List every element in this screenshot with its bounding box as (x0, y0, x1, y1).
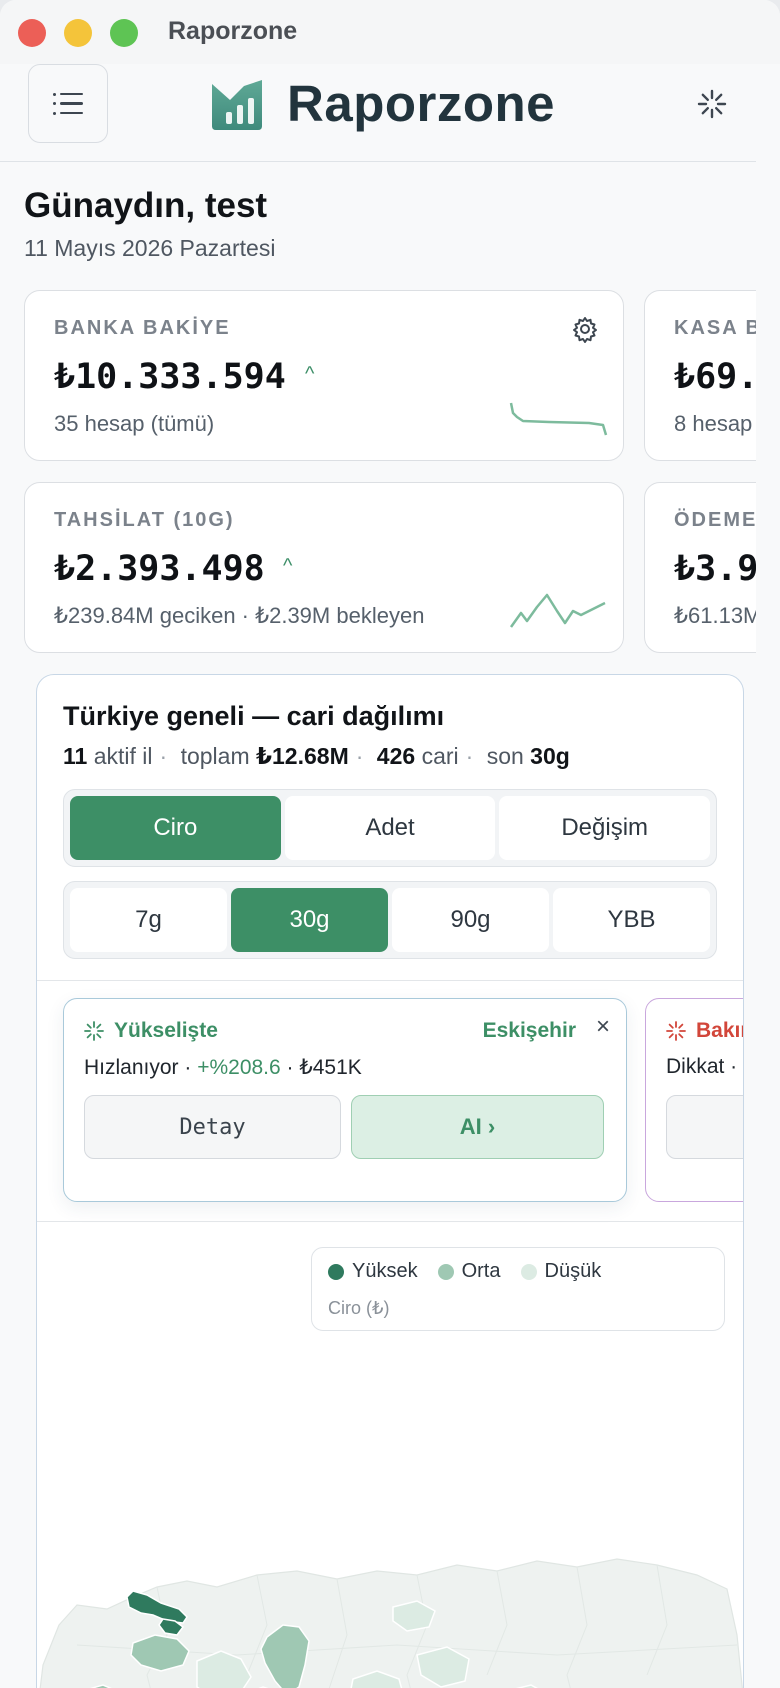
metric-tab-adet[interactable]: Adet (284, 796, 496, 860)
map-legend: Yüksek Orta Düşük Ciro (₺) (311, 1247, 725, 1331)
period-toggle: 7g 30g 90g YBB (63, 881, 717, 959)
legend-items: Yüksek Orta Düşük (328, 1260, 611, 1283)
card-value: ₺10.333.594 (54, 357, 286, 397)
close-icon[interactable]: × (596, 1013, 610, 1041)
greeting-date: 11 Mayıs 2026 Pazartesi (24, 235, 276, 261)
legend-item-medium: Orta (437, 1260, 501, 1283)
insight-tag-label: Yükselişte (114, 1019, 218, 1042)
legend-item-high: Yüksek (328, 1260, 418, 1283)
insight-status: Dikkat · (666, 1055, 738, 1078)
card-subtext: ₺239.84M geciken · ₺2.39M bekleyen (54, 603, 425, 628)
metric-tab-ciro[interactable]: Ciro (70, 796, 281, 860)
close-window-button[interactable] (18, 19, 46, 47)
card-label: ÖDEME (674, 509, 758, 531)
card-subtext: ₺61.13M (674, 603, 762, 628)
total-value: ₺12.68M (256, 743, 349, 769)
account-label: cari (421, 743, 459, 769)
divider (37, 980, 743, 981)
metric-tab-degisim[interactable]: Değişim (499, 796, 711, 860)
activity-spinner-icon[interactable] (696, 88, 728, 120)
card-value: ₺3.9 (674, 549, 759, 589)
divider (37, 1221, 743, 1222)
sparkline (509, 402, 608, 436)
province-count: 11 (63, 743, 88, 769)
insight-tag: Bakır (666, 1019, 744, 1043)
brand-name: Raporzone (287, 75, 556, 132)
sparkline (509, 593, 606, 628)
trend-up-icon: ^ (305, 363, 315, 385)
window-title: Raporzone (168, 17, 298, 45)
detail-button[interactable]: Detay (84, 1095, 341, 1159)
panel-title: Türkiye geneli — cari dağılımı (63, 701, 445, 731)
card-subtext: 8 hesap (674, 411, 753, 436)
card-subtext: 35 hesap (tümü) (54, 411, 215, 436)
greeting-title: Günaydın, test (24, 186, 268, 225)
detail-button[interactable] (666, 1095, 743, 1159)
insight-change: +%208.6 (197, 1056, 281, 1079)
bank-balance-card[interactable]: BANKA BAKİYE ₺10.333.594 ^ 35 hesap (tüm… (24, 290, 624, 461)
metric-toggle: Ciro Adet Değişim (63, 789, 717, 867)
gear-icon[interactable] (571, 315, 599, 343)
card-value: ₺2.393.498 (54, 549, 265, 589)
turkey-choropleth-map[interactable] (37, 1375, 744, 1688)
period-tab-ybb[interactable]: YBB (553, 888, 710, 952)
sparkle-icon (84, 1021, 104, 1041)
insight-tag-label: Bakır (696, 1019, 744, 1042)
menu-icon (53, 92, 83, 115)
turkey-map-panel: Türkiye geneli — cari dağılımı 11 aktif … (36, 674, 744, 1688)
ai-button[interactable]: AI › (351, 1095, 604, 1159)
title-bar: Raporzone (0, 0, 780, 64)
minimize-window-button[interactable] (64, 19, 92, 47)
card-label: TAHSİLAT (10G) (54, 509, 235, 531)
card-value: ₺69. (674, 357, 759, 397)
province-label: aktif il (93, 743, 153, 769)
app-header: Raporzone (0, 64, 780, 162)
insight-card-warning[interactable]: Bakır Dikkat · (645, 998, 744, 1202)
app-window: Raporzone Raporzone Günaydın, test 11 Ma… (0, 0, 780, 1688)
period-value: 30g (530, 743, 570, 769)
period-label: son (486, 743, 524, 769)
insight-status: Hızlanıyor (84, 1056, 179, 1079)
insight-text: Hızlanıyor · +%208.6 · ₺451K (84, 1056, 362, 1079)
insight-city[interactable]: Eskişehir (483, 1019, 576, 1043)
account-count: 426 (376, 743, 416, 769)
total-label: toplam (180, 743, 250, 769)
trend-up-icon: ^ (283, 555, 293, 577)
menu-button[interactable] (28, 64, 108, 143)
collection-card[interactable]: TAHSİLAT (10G) ₺2.393.498 ^ ₺239.84M gec… (24, 482, 624, 653)
sparkle-icon (666, 1021, 686, 1041)
insight-card-rising[interactable]: Yükselişte Eskişehir × Hızlanıyor · +%20… (63, 998, 627, 1202)
viewport-edge (756, 64, 780, 1688)
card-label: BANKA BAKİYE (54, 317, 231, 339)
insight-amount: ₺451K (299, 1056, 362, 1079)
period-tab-7g[interactable]: 7g (70, 888, 227, 952)
period-tab-90g[interactable]: 90g (392, 888, 549, 952)
insight-tag: Yükselişte (84, 1019, 218, 1043)
legend-item-low: Düşük (520, 1260, 601, 1283)
legend-unit: Ciro (₺) (328, 1298, 390, 1318)
map-province-base (39, 1558, 743, 1688)
zoom-window-button[interactable] (110, 19, 138, 47)
logo-icon (212, 80, 262, 130)
period-tab-30g[interactable]: 30g (231, 888, 388, 952)
panel-summary: 11 aktif il · toplam ₺12.68M · 426 cari · s… (63, 743, 570, 769)
